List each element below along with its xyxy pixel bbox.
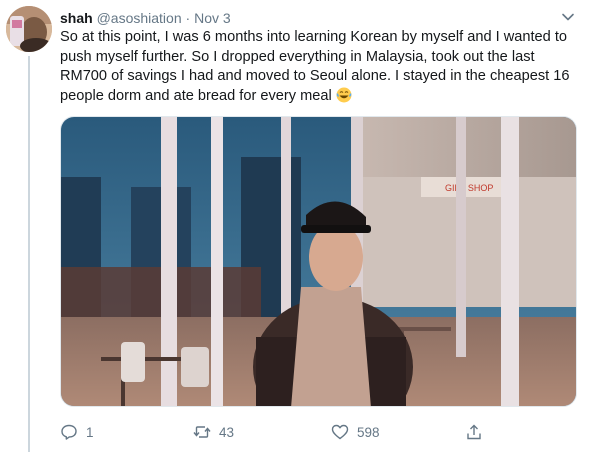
tweet-text: So at this point, I was 6 months into le… — [60, 29, 570, 104]
thread-connector-line — [28, 56, 30, 452]
heart-icon — [331, 424, 349, 440]
tweet-photo[interactable]: GIFT SHOP — [60, 116, 577, 407]
header-separator: · — [185, 10, 191, 26]
avatar-image — [6, 6, 52, 52]
photo-cafe-scene: GIFT SHOP — [61, 117, 576, 406]
retweet-button[interactable]: 43 — [193, 420, 234, 444]
chevron-down-icon[interactable] — [561, 10, 575, 24]
share-icon — [467, 424, 481, 440]
avatar[interactable] — [6, 6, 52, 52]
reply-icon — [61, 424, 77, 440]
gift-shop-sign: GIFT SHOP — [445, 183, 493, 193]
like-count: 598 — [357, 424, 380, 440]
face-with-tears-of-joy-icon — [336, 87, 352, 102]
retweet-count: 43 — [219, 424, 235, 440]
reply-count: 1 — [86, 424, 94, 440]
share-button[interactable] — [465, 420, 491, 444]
author-handle[interactable]: @asoshiation — [97, 10, 182, 26]
reply-button[interactable]: 1 — [60, 420, 94, 444]
like-button[interactable]: 598 — [331, 420, 380, 444]
tweet-actions: 1 43 598 — [60, 420, 560, 444]
tweet-header: shah @asoshiation · Nov 3 — [60, 9, 231, 27]
retweet-icon — [193, 426, 211, 438]
tweet-date[interactable]: Nov 3 — [194, 10, 231, 26]
tweet-text-block: So at this point, I was 6 months into le… — [60, 28, 580, 106]
author-name[interactable]: shah — [60, 10, 93, 26]
